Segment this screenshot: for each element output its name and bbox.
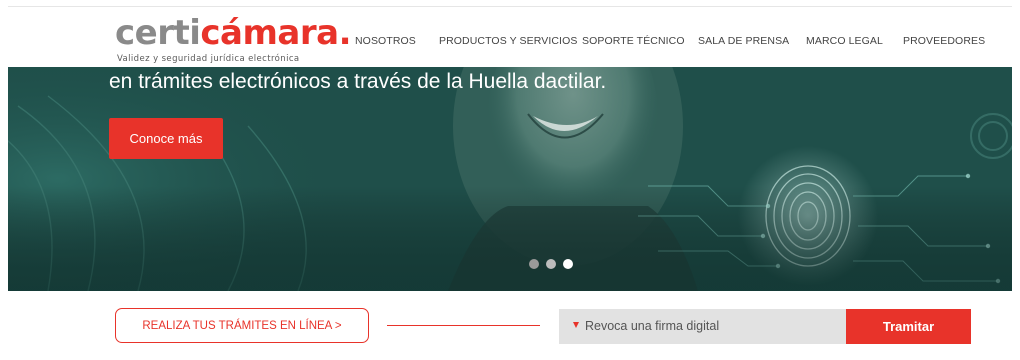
conoce-mas-button[interactable]: Conoce más [109,118,223,159]
hero-banner: en trámites electrónicos a través de la … [8,66,1012,291]
carousel-dot-2[interactable] [546,259,556,269]
tramite-select-value: Revoca una firma digital [585,319,720,333]
main-nav: NOSOTROS PRODUCTOS Y SERVICIOS SOPORTE T… [8,35,1012,49]
nav-item-marco-legal[interactable]: MARCO LEGAL [806,35,883,47]
logo-tagline: Validez y seguridad jurídica electrónica [117,54,300,64]
tramite-select[interactable]: Revoca una firma digital [559,309,846,344]
page: certicámara. Validez y seguridad jurídic… [0,0,1020,360]
tramitar-button[interactable]: Tramitar [846,309,971,344]
tramites-en-linea-button[interactable]: REALIZA TUS TRÁMITES EN LÍNEA > [115,308,369,343]
action-bar: REALIZA TUS TRÁMITES EN LÍNEA > Revoca u… [0,291,1020,360]
nav-item-soporte-tecnico[interactable]: SOPORTE TÉCNICO [582,35,685,47]
nav-item-nosotros[interactable]: NOSOTROS [355,35,416,47]
carousel-dot-1[interactable] [529,259,539,269]
hero-headline: en trámites electrónicos a través de la … [109,70,607,93]
nav-item-productos-servicios[interactable]: PRODUCTOS Y SERVICIOS [439,35,577,47]
divider-line [387,325,540,326]
hero-background-image [8,66,1012,291]
dropdown-arrow-icon [573,322,579,328]
carousel-dot-3-active[interactable] [563,259,573,269]
nav-item-sala-de-prensa[interactable]: SALA DE PRENSA [698,35,789,47]
nav-item-proveedores[interactable]: PROVEEDORES [903,35,985,47]
site-header: certicámara. Validez y seguridad jurídic… [8,6,1012,67]
